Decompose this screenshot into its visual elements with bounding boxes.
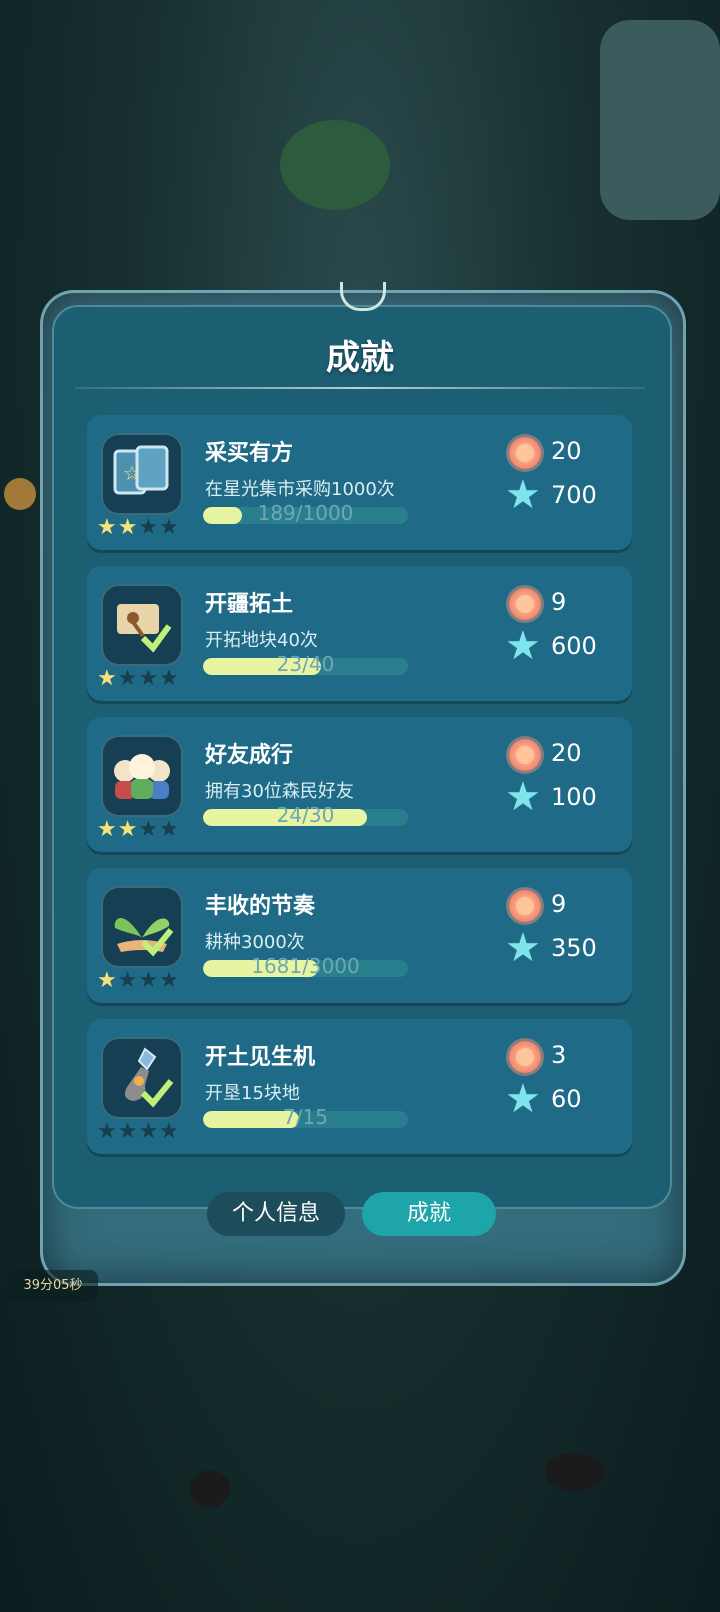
achievement-desc: 开垦15块地 [205,1083,300,1104]
background-tree [280,120,390,210]
reward-flower-value: 3 [551,1041,567,1069]
achievement-card[interactable]: ☆ ★★★★ 采买有方 在星光集市采购1000次 189/1000 20 ★ 70… [87,415,632,550]
tab-achievements[interactable]: 成就 [362,1192,496,1236]
achievement-card[interactable]: ★★★★ 开疆拓土 开拓地块40次 23/40 9 ★ 600 [87,566,632,701]
achievement-desc: 耕种3000次 [205,932,305,953]
achievement-desc: 拥有30位森民好友 [205,781,354,802]
friends-icon [101,735,183,817]
reward-star-value: 350 [551,934,597,962]
countdown-timer: 39分05秒 [8,1270,98,1302]
star-gem-icon: ★ [505,1076,541,1122]
reward-flower-value: 9 [551,890,567,918]
star-gem-icon: ★ [505,472,541,518]
star-gem-icon: ★ [505,774,541,820]
star-gem-icon: ★ [505,623,541,669]
star-rating: ★★★★ [97,515,180,540]
cards-icon: ☆ [101,433,183,515]
sprout-icon [101,886,183,968]
achievement-name: 开疆拓土 [205,592,294,617]
progress-text: 1681/3000 [251,954,360,978]
reward-star-value: 700 [551,481,597,509]
achievement-card[interactable]: ★★★★ 丰收的节奏 耕种3000次 1681/3000 9 ★ 350 [87,868,632,1003]
achievement-name: 好友成行 [205,743,294,768]
background-tree [600,20,720,220]
title-divider [75,387,645,389]
panel-title: 成就 [326,338,394,378]
sign-shovel-icon [101,584,183,666]
flower-coin-icon [509,588,541,620]
svg-text:☆: ☆ [123,461,141,485]
star-rating: ★★★★ [97,817,180,842]
achievement-card[interactable]: ★★★★ 好友成行 拥有30位森民好友 24/30 20 ★ 100 [87,717,632,852]
achievement-name: 采买有方 [205,441,294,466]
reward-flower-value: 20 [551,739,582,767]
reward-star-value: 600 [551,632,597,660]
background-rock [190,1470,230,1508]
achievement-desc: 在星光集市采购1000次 [205,479,395,500]
reward-flower-value: 9 [551,588,567,616]
flower-coin-icon [509,890,541,922]
flower-coin-icon [509,739,541,771]
progress-text: 7/15 [283,1105,328,1129]
progress-text: 24/30 [276,803,335,827]
progress-text: 189/1000 [257,501,354,525]
reward-flower-value: 20 [551,437,582,465]
bag-icon[interactable] [4,478,36,510]
achievement-desc: 开拓地块40次 [205,630,318,651]
progress-text: 23/40 [276,652,335,676]
reward-star-value: 60 [551,1085,582,1113]
star-rating: ★★★★ [97,1119,180,1144]
reward-star-value: 100 [551,783,597,811]
star-gem-icon: ★ [505,925,541,971]
flower-coin-icon [509,437,541,469]
star-rating: ★★★★ [97,968,180,993]
achievement-card[interactable]: ★★★★ 开土见生机 开垦15块地 7/15 3 ★ 60 [87,1019,632,1154]
tab-personal-info[interactable]: 个人信息 [207,1192,345,1236]
achievement-name: 开土见生机 [205,1045,316,1070]
achievement-name: 丰收的节奏 [205,894,316,919]
shovel-icon [101,1037,183,1119]
star-rating: ★★★★ [97,666,180,691]
background-rock [545,1453,605,1491]
flower-coin-icon [509,1041,541,1073]
